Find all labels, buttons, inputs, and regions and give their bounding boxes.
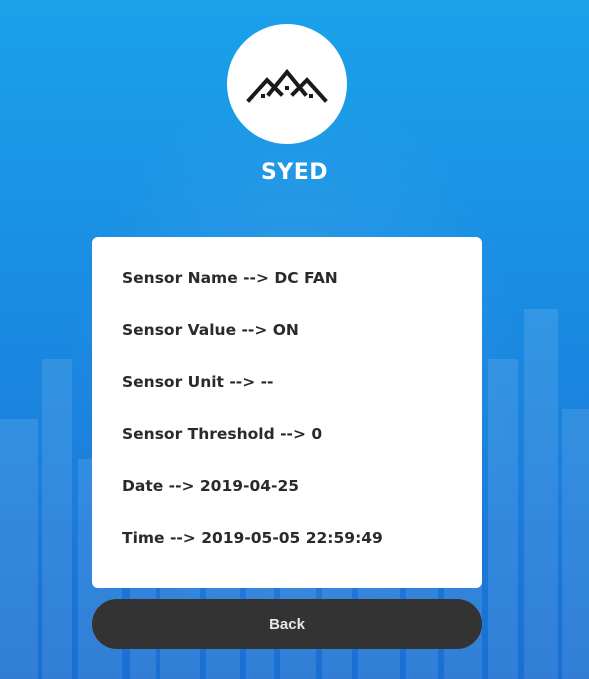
sensor-threshold: Sensor Threshold --> 0 bbox=[122, 425, 323, 443]
sensor-value: Sensor Value --> ON bbox=[122, 321, 299, 339]
logo bbox=[227, 24, 347, 144]
sensor-time: Time --> 2019-05-05 22:59:49 bbox=[122, 529, 383, 547]
page-title: SYED bbox=[260, 160, 329, 185]
sensor-date: Date --> 2019-04-25 bbox=[122, 477, 300, 495]
sensor-name: Sensor Name --> DC FAN bbox=[122, 269, 338, 287]
sensor-info-card: Sensor Name --> DC FAN Sensor Value --> … bbox=[92, 237, 482, 588]
back-button[interactable]: Back bbox=[92, 599, 482, 649]
houses-roof-icon bbox=[246, 68, 328, 103]
sensor-unit: Sensor Unit --> -- bbox=[122, 373, 274, 391]
